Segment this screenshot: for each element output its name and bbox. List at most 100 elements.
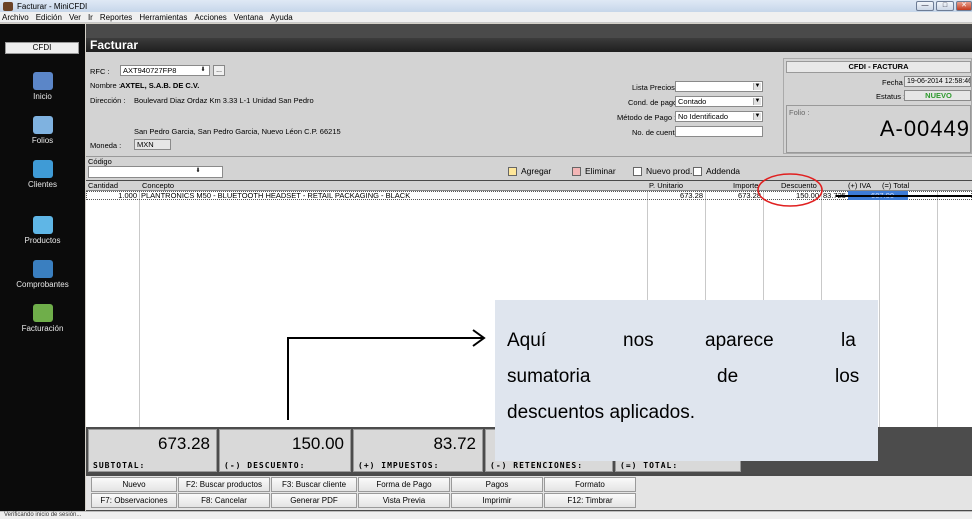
sidebar-item-label: Facturación (21, 324, 64, 333)
new-document-icon (633, 166, 642, 176)
moneda-label: Moneda : (90, 141, 122, 150)
menu-ayuda[interactable]: Ayuda (270, 13, 293, 22)
sidebar-item-facturacion[interactable]: Facturación (0, 304, 85, 333)
table-row[interactable]: 1.000 PLANTRONICS M50 - BLUETOOTH HEADSE… (86, 191, 972, 200)
cell-cantidad: 1.000 (118, 191, 137, 200)
cuenta-field[interactable] (675, 126, 763, 137)
callout-word: de (717, 366, 739, 387)
grid-divider (937, 191, 938, 428)
sidebar-tab-cfdi[interactable]: CFDI (5, 42, 79, 54)
cond-pago-select[interactable]: Contado ▼ (675, 96, 763, 107)
addenda-button[interactable]: Addenda (693, 166, 740, 176)
documents-icon (32, 260, 53, 278)
impuestos-box: 83.72 (+) IMPUESTOS: (353, 429, 483, 472)
callout-word: nos (623, 330, 654, 351)
sidebar-item-comprobantes[interactable]: Comprobantes (0, 260, 85, 289)
menu-reportes[interactable]: Reportes (100, 13, 132, 22)
clients-icon (32, 160, 53, 178)
observaciones-button[interactable]: F7: Observaciones (91, 493, 177, 508)
eliminar-button[interactable]: Eliminar (572, 166, 616, 176)
cell-iva: 83.725 (823, 191, 846, 200)
lista-precios-select[interactable]: ▼ (675, 81, 763, 92)
direccion-value: Boulevard Diaz Ordaz Km 3.33 L-1 Unidad … (134, 96, 314, 105)
nuevo-prod-button[interactable]: Nuevo prod. (633, 166, 692, 176)
invoice-header-panel: RFC : AXT940727FP8 ⬇ ... Nombre : AXTEL,… (86, 52, 972, 156)
callout-word: aparece (705, 330, 774, 351)
impuestos-label: (+) IMPUESTOS: (358, 461, 440, 470)
nuevo-button[interactable]: Nuevo (91, 477, 177, 492)
window-title: Facturar - MiniCFDI (17, 1, 88, 11)
rfc-search-button[interactable]: ... (213, 65, 225, 76)
home-icon (32, 72, 53, 90)
sidebar-item-productos[interactable]: Productos (0, 216, 85, 245)
sidebar: CFDI Inicio Folios Clientes Productos Co… (0, 24, 85, 511)
status-badge: NUEVO (904, 90, 971, 101)
menu-archivo[interactable]: Archivo (2, 13, 29, 22)
rfc-value: AXT940727FP8 (123, 66, 177, 75)
descuento-total-label: (-) DESCUENTO: (224, 461, 306, 470)
minimize-button[interactable]: — (916, 1, 934, 11)
generar-pdf-button[interactable]: Generar PDF (271, 493, 357, 508)
page-title: Facturar (86, 38, 972, 52)
codigo-input[interactable]: ⬇ (88, 166, 223, 178)
delete-icon (572, 166, 581, 176)
cell-p-unitario: 673.28 (680, 191, 703, 200)
col-cantidad[interactable]: Cantidad (88, 181, 118, 190)
menu-herramientas[interactable]: Herramientas (139, 13, 187, 22)
vista-previa-button[interactable]: Vista Previa (358, 493, 450, 508)
menu-ir[interactable]: Ir (88, 13, 93, 22)
menu-ver[interactable]: Ver (69, 13, 81, 22)
metodo-pago-select[interactable]: No Identificado ▼ (675, 111, 763, 122)
rfc-field[interactable]: AXT940727FP8 ⬇ (120, 65, 210, 76)
grid-divider (879, 191, 880, 428)
cell-concepto: PLANTRONICS M50 - BLUETOOTH HEADSET - RE… (141, 191, 411, 200)
cell-importe: 673.28 (738, 191, 761, 200)
sidebar-item-inicio[interactable]: Inicio (0, 72, 85, 101)
grid-header: Cantidad Concepto P. Unitario Importe De… (86, 181, 972, 190)
col-total[interactable]: (=) Total (882, 181, 909, 190)
timbrar-button[interactable]: F12: Timbrar (544, 493, 636, 508)
sidebar-item-label: Productos (24, 236, 61, 245)
status-text: Verificando inicio de sesión... (4, 512, 82, 518)
rfc-label: RFC : (90, 67, 110, 76)
agregar-button[interactable]: Agregar (508, 166, 551, 176)
close-button[interactable]: ✕ (956, 1, 972, 11)
sidebar-item-label: Inicio (33, 92, 52, 101)
col-descuento[interactable]: Descuento (781, 181, 817, 190)
maximize-button[interactable]: □ (936, 1, 954, 11)
buscar-productos-button[interactable]: F2: Buscar productos (178, 477, 270, 492)
col-iva[interactable]: (+) IVA (848, 181, 871, 190)
cfdi-heading: CFDI - FACTURA (786, 61, 971, 73)
imprimir-button[interactable]: Imprimir (451, 493, 543, 508)
metodo-pago-value: No Identificado (678, 112, 729, 121)
sidebar-item-clientes[interactable]: Clientes (0, 160, 85, 189)
menu-acciones[interactable]: Acciones (194, 13, 226, 22)
menu-ventana[interactable]: Ventana (234, 13, 263, 22)
grid-divider (139, 191, 140, 428)
moneda-field[interactable]: MXN (134, 139, 171, 150)
fecha-field: 19-06-2014 12:58:46 (904, 76, 971, 87)
callout-word: la (841, 330, 856, 351)
subtotal-label: SUBTOTAL: (93, 461, 146, 470)
sidebar-item-folios[interactable]: Folios (0, 116, 85, 145)
chevron-down-icon: ▼ (753, 113, 761, 120)
pagos-button[interactable]: Pagos (451, 477, 543, 492)
buscar-cliente-button[interactable]: F3: Buscar cliente (271, 477, 357, 492)
lista-precios-label: Lista Precios : (632, 83, 680, 92)
total-label: (=) TOTAL: (620, 461, 679, 470)
col-importe[interactable]: Importe (733, 181, 758, 190)
direccion-value-2: San Pedro Garcia, San Pedro Garcia, Nuev… (134, 127, 341, 136)
direccion-label: Dirección : (90, 96, 126, 105)
chevron-down-icon: ▼ (753, 98, 761, 105)
forma-pago-button[interactable]: Forma de Pago (358, 477, 450, 492)
col-p-unitario[interactable]: P. Unitario (649, 181, 683, 190)
impuestos-value: 83.72 (433, 434, 476, 453)
cond-pago-label: Cond. de pago : (628, 98, 682, 107)
cancelar-button[interactable]: F8: Cancelar (178, 493, 270, 508)
col-concepto[interactable]: Concepto (142, 181, 174, 190)
formato-button[interactable]: Formato (544, 477, 636, 492)
code-toolbar: Código ⬇ Agregar Eliminar Nuevo prod. Ad… (86, 156, 972, 180)
download-icon: ⬇ (195, 168, 201, 174)
menu-edicion[interactable]: Edición (36, 13, 62, 22)
add-icon (508, 166, 517, 176)
